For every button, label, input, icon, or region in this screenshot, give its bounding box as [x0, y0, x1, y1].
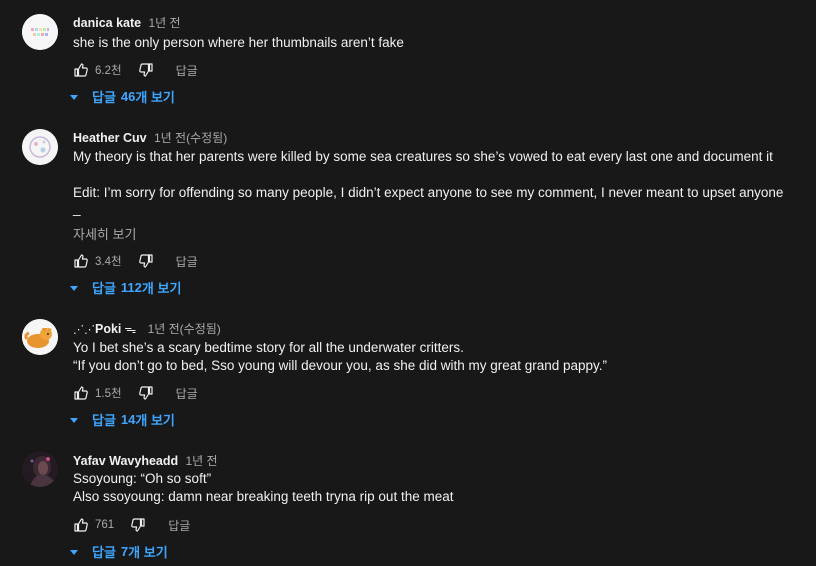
thumb-down-icon[interactable] — [138, 385, 154, 401]
comment-line: Ssoyoung: “Oh so soft” — [73, 471, 212, 486]
comment-actions: 761 답글 — [73, 515, 190, 535]
comment-header: danica kate 1년 전 — [73, 14, 181, 31]
like-count: 6.2천 — [95, 65, 122, 77]
replies-count: 112 — [120, 280, 142, 295]
author-name[interactable]: danica kate — [73, 16, 141, 30]
thumb-up-icon[interactable] — [73, 62, 89, 78]
replies-prefix: 답글 — [92, 413, 116, 428]
caret-down-icon — [70, 94, 78, 100]
avatar[interactable] — [22, 451, 58, 487]
comment-header: Yafav Wavyheadd 1년 전 — [73, 452, 218, 469]
reply-button[interactable]: 답글 — [168, 517, 190, 534]
read-more-button[interactable]: 자세히 보기 — [73, 224, 136, 243]
sparkle-left-icon: ⋰⋰ — [73, 324, 95, 336]
replies-count: 46 — [120, 89, 136, 104]
comment-line: _ — [73, 201, 81, 216]
view-replies-button[interactable]: 답글 112 개 보기 — [70, 278, 181, 297]
reply-button[interactable]: 답글 — [176, 385, 198, 402]
comment-line: Yo I bet she’s a scary bedtime story for… — [73, 340, 464, 355]
comment-header: ⋰⋰Poki ᯓ 1년 전(수정됨) — [73, 320, 221, 337]
timestamp[interactable]: 1년 전 — [148, 16, 180, 30]
author-name[interactable]: Yafav Wavyheadd — [73, 454, 178, 468]
comment-line: “If you don’t go to bed, Sso young will … — [73, 358, 608, 373]
like-count: 761 — [95, 519, 115, 531]
avatar[interactable] — [22, 319, 58, 355]
replies-suffix: 개 보기 — [128, 545, 168, 560]
caret-down-icon — [70, 549, 78, 555]
caret-down-icon — [70, 285, 78, 291]
view-replies-button[interactable]: 답글 7개 보기 — [70, 542, 168, 561]
view-replies-button[interactable]: 답글 46 개 보기 — [70, 87, 175, 106]
replies-prefix: 답글 — [92, 545, 116, 560]
sparkle-right-icon: ᯓ — [124, 322, 137, 336]
replies-prefix: 답글 — [92, 281, 116, 296]
comment-text: she is the only person where her thumbna… — [73, 34, 404, 52]
replies-prefix: 답글 — [92, 90, 116, 105]
comment-actions: 1.5천 답글 — [73, 383, 198, 403]
comment-text: Yo I bet she’s a scary bedtime story for… — [73, 339, 607, 375]
view-replies-button[interactable]: 답글 14 개 보기 — [70, 410, 175, 429]
replies-suffix: 개 보기 — [135, 413, 175, 428]
author-name[interactable]: Heather Cuv — [73, 131, 147, 145]
thumb-up-icon[interactable] — [73, 385, 89, 401]
comment-text: My theory is that her parents were kille… — [73, 148, 783, 216]
comment-text: Ssoyoung: “Oh so soft” Also ssoyoung: da… — [73, 470, 453, 506]
replies-count: 14 — [120, 412, 136, 427]
replies-suffix: 개 보기 — [141, 281, 182, 296]
reply-button[interactable]: 답글 — [176, 62, 198, 79]
thumb-down-icon[interactable] — [138, 62, 154, 78]
comment-line — [73, 166, 783, 184]
timestamp[interactable]: 1년 전(수정됨) — [154, 131, 227, 145]
comment-line: Edit: I’m sorry for offending so many pe… — [73, 185, 784, 200]
comment-actions: 6.2천 답글 — [73, 60, 198, 80]
replies-suffix: 개 보기 — [135, 90, 175, 105]
thumb-up-icon[interactable] — [73, 517, 89, 533]
comment-line: My theory is that her parents were kille… — [73, 149, 773, 164]
thumb-up-icon[interactable] — [73, 253, 89, 269]
caret-down-icon — [70, 417, 78, 423]
thumb-down-icon[interactable] — [130, 517, 146, 533]
like-count: 3.4천 — [95, 256, 122, 268]
comment-actions: 3.4천 답글 — [73, 251, 198, 271]
like-count: 1.5천 — [95, 388, 122, 400]
avatar[interactable] — [22, 14, 58, 50]
thumb-down-icon[interactable] — [138, 253, 154, 269]
reply-button[interactable]: 답글 — [176, 253, 198, 270]
author-name[interactable]: Poki — [95, 322, 121, 336]
avatar[interactable] — [22, 129, 58, 165]
comment-line: she is the only person where her thumbna… — [73, 35, 404, 50]
comment-line: Also ssoyoung: damn near breaking teeth … — [73, 489, 454, 504]
comment-1: danica kate 1년 전 she is the only person … — [0, 0, 816, 110]
replies-count: 7 — [120, 544, 129, 559]
timestamp[interactable]: 1년 전 — [185, 454, 217, 468]
timestamp[interactable]: 1년 전(수정됨) — [148, 322, 221, 336]
comment-header: Heather Cuv 1년 전(수정됨) — [73, 129, 227, 146]
